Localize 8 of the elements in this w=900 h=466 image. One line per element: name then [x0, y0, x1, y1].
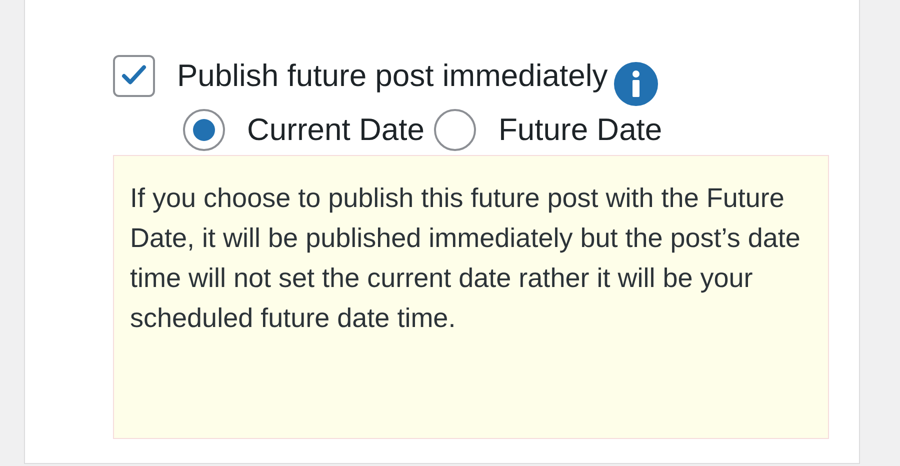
radio-label: Current Date [247, 111, 424, 149]
info-icon[interactable] [614, 62, 658, 106]
notice-text: If you choose to publish this future post with the Future Date, it will be published immediately but the post’s date time will not set the current date rather it will be your scheduled future date time. [130, 182, 802, 335]
checkbox[interactable] [113, 55, 155, 97]
radio-label: Future Date [498, 111, 662, 149]
checkbox-label: Publish future post immediately [177, 57, 608, 95]
radio-button[interactable] [434, 109, 476, 151]
radio-button[interactable] [183, 109, 225, 151]
